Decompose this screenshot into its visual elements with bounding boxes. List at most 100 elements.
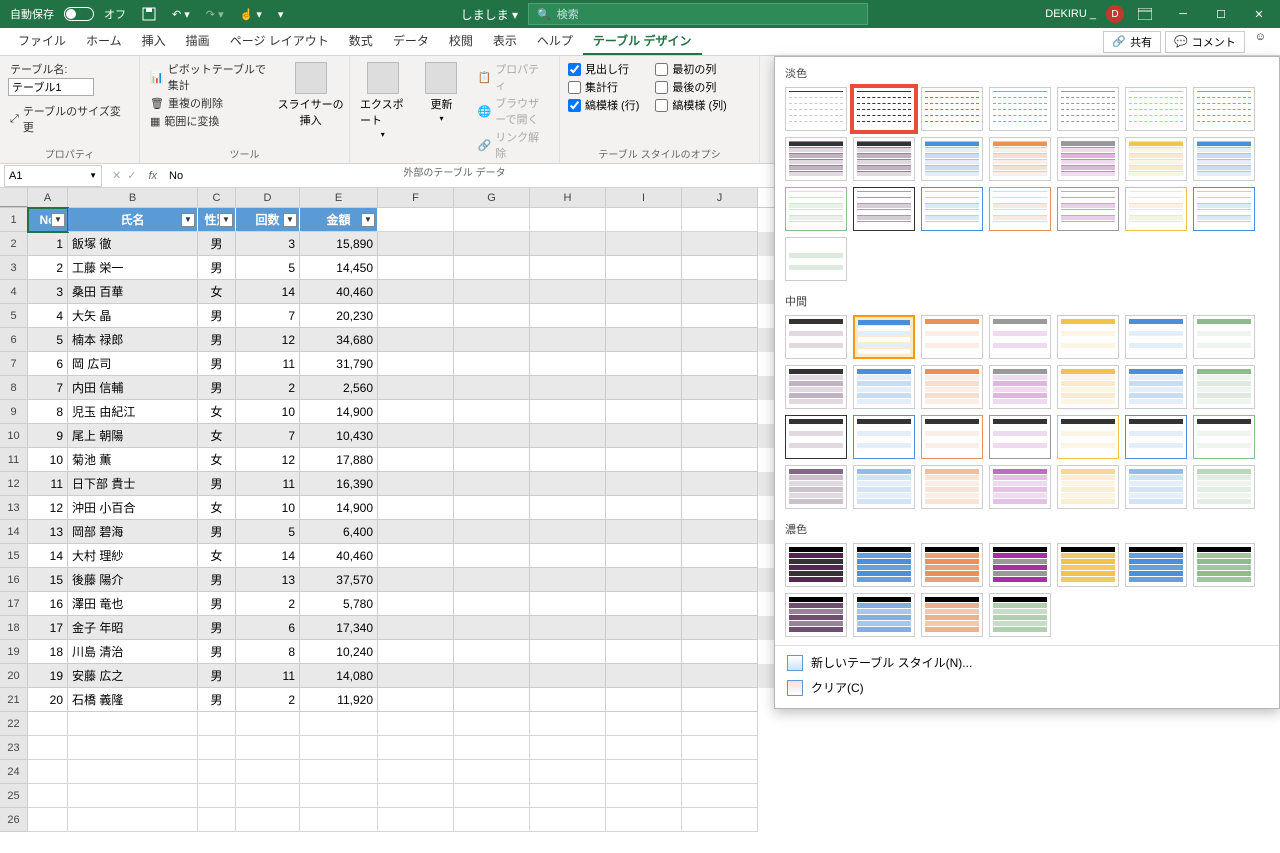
table-style-swatch[interactable] — [785, 137, 847, 181]
cell[interactable] — [378, 208, 454, 232]
table-cell[interactable]: 14 — [28, 544, 68, 568]
table-style-swatch[interactable] — [921, 415, 983, 459]
filter-dropdown-icon[interactable]: ▼ — [181, 213, 195, 227]
row-header[interactable]: 23 — [0, 736, 28, 760]
table-cell[interactable]: 12 — [28, 496, 68, 520]
cell[interactable] — [682, 616, 758, 640]
table-style-swatch[interactable] — [785, 465, 847, 509]
cell[interactable] — [378, 784, 454, 808]
table-cell[interactable]: 40,460 — [300, 544, 378, 568]
table-style-swatch[interactable] — [1057, 137, 1119, 181]
filter-dropdown-icon[interactable]: ▼ — [219, 213, 233, 227]
table-style-swatch[interactable] — [1125, 365, 1187, 409]
cell[interactable] — [454, 304, 530, 328]
cell[interactable] — [68, 760, 198, 784]
table-cell[interactable]: 17,880 — [300, 448, 378, 472]
table-cell[interactable]: 男 — [198, 328, 236, 352]
cell[interactable] — [378, 328, 454, 352]
cell[interactable] — [378, 496, 454, 520]
new-table-style-button[interactable]: 新しいテーブル スタイル(N)... — [775, 650, 1279, 675]
cell[interactable] — [378, 232, 454, 256]
table-style-swatch[interactable] — [1193, 87, 1255, 131]
table-style-swatch[interactable] — [1125, 543, 1187, 587]
share-button[interactable]: 🔗 共有 — [1103, 31, 1161, 53]
table-header-cell[interactable]: 氏名▼ — [68, 208, 198, 232]
cell[interactable] — [606, 328, 682, 352]
cell[interactable] — [606, 760, 682, 784]
column-header[interactable]: I — [606, 188, 682, 207]
table-cell[interactable]: 菊池 薫 — [68, 448, 198, 472]
cell[interactable] — [236, 736, 300, 760]
row-header[interactable]: 6 — [0, 328, 28, 352]
total-row-checkbox[interactable]: 集計行 — [568, 78, 639, 96]
table-style-swatch[interactable] — [989, 415, 1051, 459]
table-header-cell[interactable]: 金額▼ — [300, 208, 378, 232]
column-header[interactable]: F — [378, 188, 454, 207]
cell[interactable] — [606, 424, 682, 448]
row-header[interactable]: 9 — [0, 400, 28, 424]
row-header[interactable]: 4 — [0, 280, 28, 304]
table-cell[interactable]: 14 — [236, 544, 300, 568]
cell[interactable] — [378, 688, 454, 712]
table-cell[interactable]: 14,900 — [300, 400, 378, 424]
table-cell[interactable]: 11 — [28, 472, 68, 496]
table-cell[interactable]: 女 — [198, 400, 236, 424]
table-cell[interactable]: 後藤 陽介 — [68, 568, 198, 592]
row-header[interactable]: 26 — [0, 808, 28, 832]
table-style-swatch[interactable] — [1125, 87, 1187, 131]
cell[interactable] — [530, 352, 606, 376]
table-cell[interactable]: 12 — [236, 328, 300, 352]
export-button[interactable]: エクスポート▾ — [358, 60, 407, 141]
table-cell[interactable]: 女 — [198, 424, 236, 448]
row-header[interactable]: 10 — [0, 424, 28, 448]
cell[interactable] — [682, 232, 758, 256]
cell[interactable] — [378, 664, 454, 688]
table-cell[interactable]: 石橋 義隆 — [68, 688, 198, 712]
table-cell[interactable]: 37,570 — [300, 568, 378, 592]
cell[interactable] — [454, 784, 530, 808]
table-cell[interactable]: 川島 清治 — [68, 640, 198, 664]
cell[interactable] — [530, 688, 606, 712]
table-cell[interactable]: 金子 年昭 — [68, 616, 198, 640]
table-style-swatch[interactable] — [785, 237, 847, 281]
cell[interactable] — [530, 448, 606, 472]
cell[interactable] — [530, 328, 606, 352]
tab-校閲[interactable]: 校閲 — [439, 28, 483, 55]
cell[interactable] — [530, 472, 606, 496]
table-cell[interactable]: 岡部 碧海 — [68, 520, 198, 544]
table-cell[interactable]: 10 — [28, 448, 68, 472]
touch-mode-icon[interactable]: ☝ ▾ — [234, 6, 268, 23]
table-cell[interactable]: 14 — [236, 280, 300, 304]
table-style-swatch[interactable] — [921, 137, 983, 181]
row-header[interactable]: 15 — [0, 544, 28, 568]
cell[interactable] — [378, 568, 454, 592]
cell[interactable] — [68, 784, 198, 808]
cell[interactable] — [378, 352, 454, 376]
cell[interactable] — [454, 400, 530, 424]
cell[interactable] — [454, 568, 530, 592]
cell[interactable] — [606, 304, 682, 328]
table-cell[interactable]: 男 — [198, 592, 236, 616]
table-style-swatch[interactable] — [989, 315, 1051, 359]
last-col-checkbox[interactable]: 最後の列 — [655, 78, 726, 96]
table-cell[interactable]: 13 — [28, 520, 68, 544]
table-style-swatch[interactable] — [1125, 465, 1187, 509]
table-style-swatch[interactable] — [989, 137, 1051, 181]
table-style-swatch[interactable] — [853, 137, 915, 181]
tab-テーブル デザイン[interactable]: テーブル デザイン — [583, 28, 702, 55]
table-cell[interactable]: 男 — [198, 616, 236, 640]
table-cell[interactable]: 男 — [198, 304, 236, 328]
cell[interactable] — [454, 352, 530, 376]
save-icon[interactable] — [136, 5, 162, 23]
cell[interactable] — [454, 736, 530, 760]
table-style-swatch[interactable] — [921, 365, 983, 409]
column-header[interactable]: A — [28, 188, 68, 207]
cell[interactable] — [300, 760, 378, 784]
table-style-swatch[interactable] — [1057, 465, 1119, 509]
table-style-swatch[interactable] — [1125, 315, 1187, 359]
cell[interactable] — [378, 640, 454, 664]
table-cell[interactable]: 2 — [236, 376, 300, 400]
autosave-toggle[interactable] — [64, 7, 94, 21]
table-style-swatch[interactable] — [921, 593, 983, 637]
header-row-checkbox[interactable]: 見出し行 — [568, 60, 639, 78]
